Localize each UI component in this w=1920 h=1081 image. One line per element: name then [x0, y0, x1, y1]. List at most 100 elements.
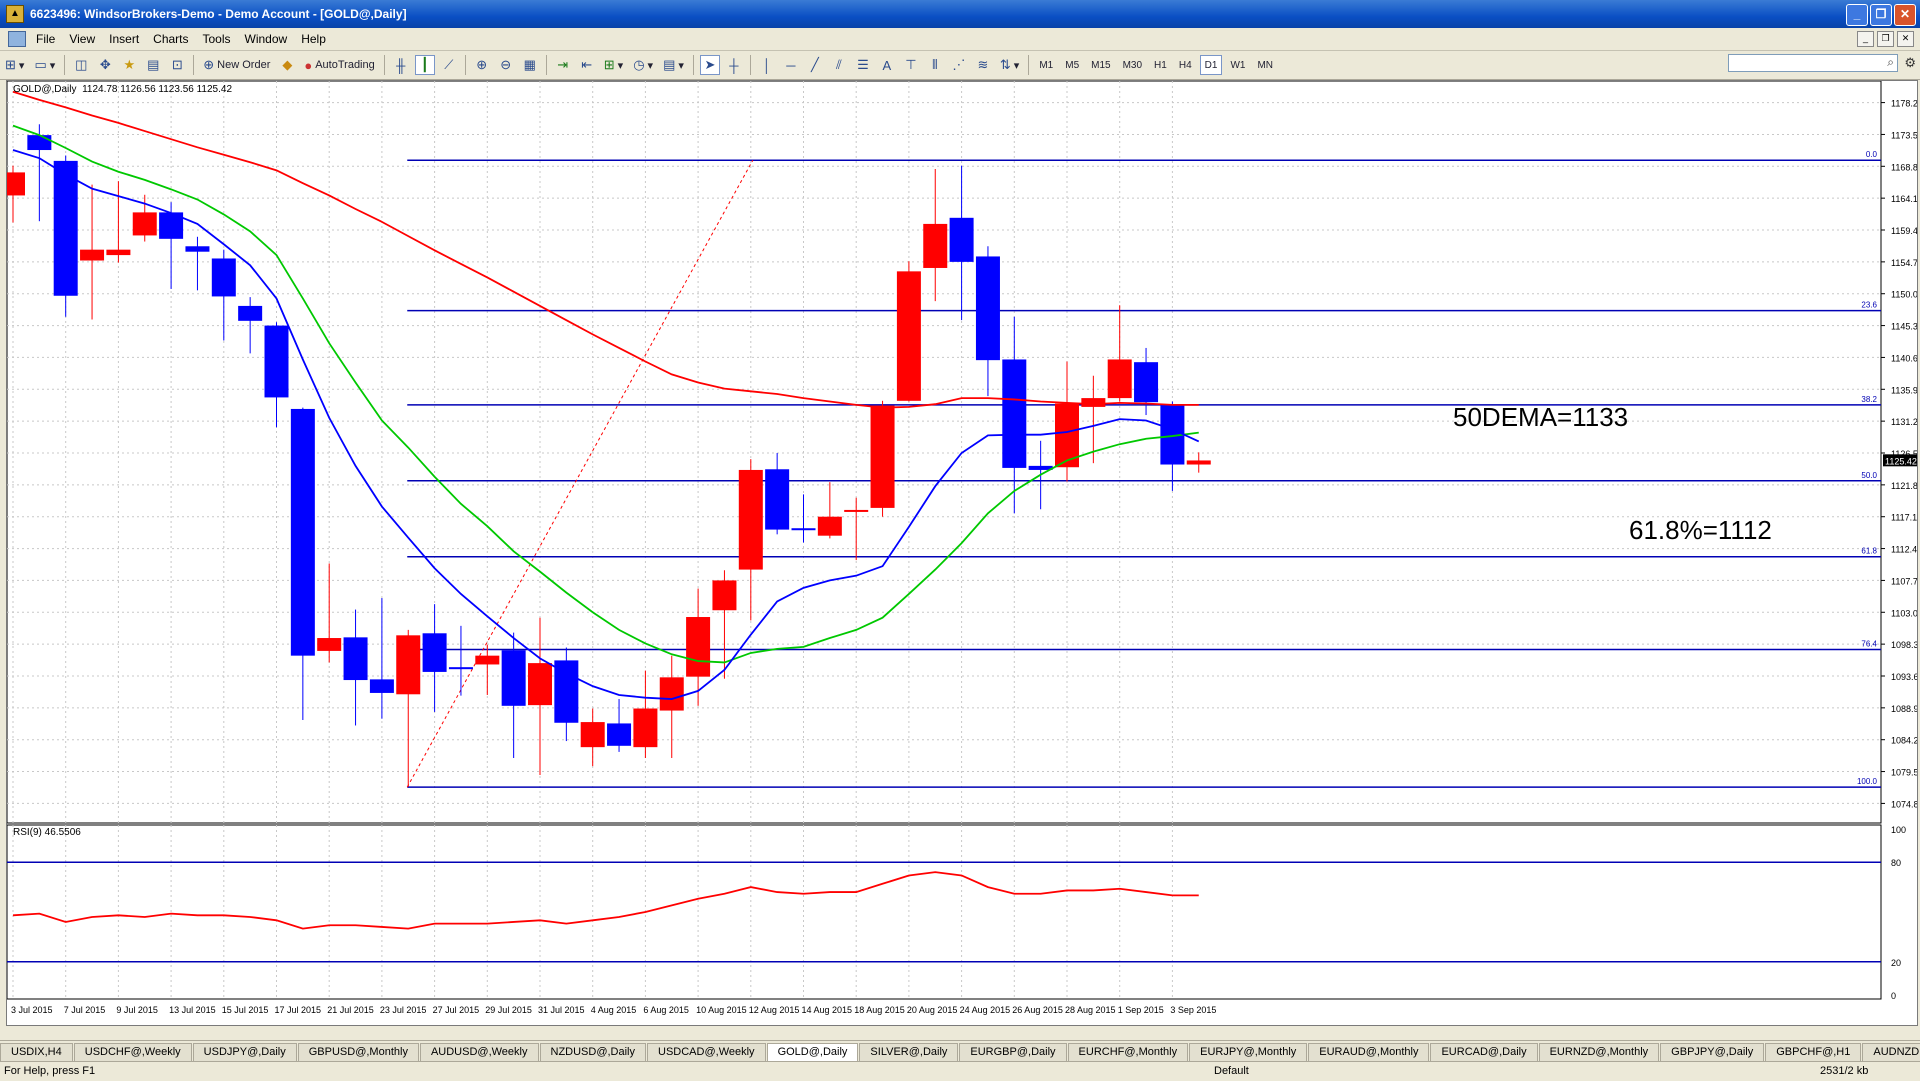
- symbol-tab[interactable]: EURNZD@,Monthly: [1538, 1043, 1660, 1061]
- chart-symbol-label: GOLD@,Daily 1124.78 1126.56 1123.56 1125…: [13, 84, 232, 95]
- candle-body: [817, 516, 842, 536]
- symbol-tab[interactable]: EURGBP@,Daily: [959, 1043, 1067, 1061]
- timeframe-mn[interactable]: MN: [1253, 55, 1277, 75]
- menu-help[interactable]: Help: [297, 32, 336, 46]
- chart-shift-button[interactable]: ⇤: [577, 55, 597, 75]
- timeframe-m15[interactable]: M15: [1087, 55, 1114, 75]
- line-chart-button[interactable]: ⟋: [439, 55, 459, 75]
- chart-window-icon[interactable]: [8, 31, 26, 47]
- menu-view[interactable]: View: [65, 32, 105, 46]
- symbol-tab[interactable]: GBPUSD@,Monthly: [297, 1043, 419, 1061]
- metaeditor-button[interactable]: ◆: [277, 55, 297, 75]
- metatrader-icon: ▲: [6, 5, 24, 23]
- timeframe-m30[interactable]: M30: [1119, 55, 1146, 75]
- symbol-tab[interactable]: EURCAD@,Daily: [1430, 1043, 1538, 1061]
- menu-insert[interactable]: Insert: [105, 32, 149, 46]
- symbol-tab[interactable]: SILVER@,Daily: [859, 1043, 959, 1061]
- candle-body: [607, 723, 632, 746]
- symbol-tab[interactable]: EURAUD@,Monthly: [1308, 1043, 1430, 1061]
- symbol-tab[interactable]: EURCHF@,Monthly: [1067, 1043, 1189, 1061]
- symbol-tab[interactable]: USDCHF@,Weekly: [73, 1043, 192, 1061]
- crosshair-tool[interactable]: ┼: [724, 55, 744, 75]
- candle-body: [264, 325, 289, 398]
- symbol-tab[interactable]: GOLD@,Daily: [766, 1043, 859, 1061]
- navigator-button[interactable]: ★: [119, 55, 139, 75]
- candle-body: [422, 633, 447, 672]
- candle-body: [765, 469, 790, 530]
- current-price-label: 1125.42: [1885, 456, 1917, 466]
- profiles-button[interactable]: ▭ ▾: [31, 55, 58, 75]
- symbol-tab[interactable]: USDCAD@,Weekly: [647, 1043, 766, 1061]
- zoom-out-button[interactable]: ⊖: [496, 55, 516, 75]
- search-input[interactable]: ⌕: [1728, 54, 1898, 72]
- data-window-button[interactable]: ✥: [95, 55, 115, 75]
- templates-button[interactable]: ▤ ▾: [660, 55, 687, 75]
- market-watch-button[interactable]: ◫: [71, 55, 91, 75]
- candle-body: [633, 708, 658, 748]
- symbol-tab[interactable]: AUDUSD@,Weekly: [419, 1043, 539, 1061]
- settings-icon[interactable]: ⚙: [1904, 55, 1916, 71]
- status-bar: For Help, press F1 Default 2531/2 kb: [0, 1061, 1920, 1081]
- timeframe-m1[interactable]: M1: [1035, 55, 1057, 75]
- horizontal-line-tool[interactable]: ─: [781, 55, 801, 75]
- timeframe-d1[interactable]: D1: [1199, 55, 1223, 75]
- symbol-tab[interactable]: AUDNZD@,Monthly: [1862, 1043, 1920, 1061]
- symbol-tab[interactable]: USDJPY@,Daily: [192, 1043, 297, 1061]
- channel-icon: ⫽: [835, 57, 842, 72]
- cursor-tool[interactable]: ➤: [699, 55, 720, 75]
- tile-windows-button[interactable]: ▦: [520, 55, 540, 75]
- strategy-tester-button[interactable]: ⊡: [167, 55, 187, 75]
- autotrading-button[interactable]: ● AutoTrading: [301, 55, 377, 75]
- horizontal-line-icon: ─: [786, 57, 796, 73]
- channel-tool[interactable]: ⫽: [829, 55, 849, 75]
- symbol-tab[interactable]: EURJPY@,Monthly: [1189, 1043, 1308, 1061]
- candlestick-button[interactable]: ┃: [414, 55, 435, 75]
- chart-canvas[interactable]: 1178.20 1173.50 1168.80 1164.10 1159.40 1154.…: [7, 81, 1917, 1025]
- menu-window[interactable]: Window: [241, 32, 298, 46]
- periods-button[interactable]: ◷ ▾: [630, 55, 656, 75]
- trendline-tool[interactable]: ╱: [805, 55, 825, 75]
- arrows-tool[interactable]: ⇅ ▾: [997, 55, 1022, 75]
- menu-file[interactable]: File: [32, 32, 65, 46]
- symbol-tab[interactable]: USDIX,H4: [0, 1043, 73, 1061]
- price-tick-label: 1079.50: [1891, 768, 1917, 778]
- timeframe-h1[interactable]: H1: [1150, 55, 1171, 75]
- new-chart-button[interactable]: ⊞ ▾: [2, 55, 27, 75]
- candle-body: [791, 528, 816, 531]
- fibo-fan-tool[interactable]: ⋰: [949, 55, 969, 75]
- text-tool[interactable]: A: [877, 55, 897, 75]
- price-pane-border: [7, 81, 1882, 824]
- zoom-in-button[interactable]: ⊕: [472, 55, 492, 75]
- symbol-tab[interactable]: NZDUSD@,Daily: [539, 1043, 647, 1061]
- mdi-minimize-button[interactable]: _: [1857, 31, 1874, 47]
- search-icon[interactable]: ⌕: [1887, 55, 1894, 70]
- new-order-button[interactable]: ⊕ New Order: [200, 55, 273, 75]
- candle-body: [1002, 359, 1027, 468]
- terminal-button[interactable]: ▤: [143, 55, 163, 75]
- mdi-restore-button[interactable]: ❐: [1877, 31, 1894, 47]
- close-button[interactable]: ✕: [1894, 4, 1916, 26]
- timeframe-h4[interactable]: H4: [1175, 55, 1196, 75]
- auto-scroll-button[interactable]: ⇥: [553, 55, 573, 75]
- minimize-button[interactable]: _: [1846, 4, 1868, 26]
- menu-charts[interactable]: Charts: [149, 32, 198, 46]
- bar-chart-button[interactable]: ╫: [391, 55, 411, 75]
- symbol-tab[interactable]: GBPCHF@,H1: [1765, 1043, 1862, 1061]
- chart-window[interactable]: 1178.20 1173.50 1168.80 1164.10 1159.40 1154.…: [6, 80, 1918, 1026]
- new-chart-icon: ⊞: [5, 57, 16, 72]
- maximize-button[interactable]: ❐: [1870, 4, 1892, 26]
- symbol-tab[interactable]: GBPJPY@,Daily: [1660, 1043, 1765, 1061]
- date-tick-label: 23 Jul 2015: [380, 1005, 427, 1015]
- fibo-expansion-tool[interactable]: ≋: [973, 55, 993, 75]
- fib-level-label: 100.0: [1857, 777, 1878, 786]
- cycle-lines-tool[interactable]: ⦀: [925, 55, 945, 75]
- menu-tools[interactable]: Tools: [199, 32, 241, 46]
- text-label-tool[interactable]: ⊤: [901, 55, 921, 75]
- timeframe-m5[interactable]: M5: [1061, 55, 1083, 75]
- fibo-tool[interactable]: ☰: [853, 55, 873, 75]
- vertical-line-tool[interactable]: │: [757, 55, 777, 75]
- candle-body: [896, 271, 921, 401]
- timeframe-w1[interactable]: W1: [1226, 55, 1249, 75]
- mdi-close-button[interactable]: ✕: [1897, 31, 1914, 47]
- indicators-button[interactable]: ⊞ ▾: [601, 55, 626, 75]
